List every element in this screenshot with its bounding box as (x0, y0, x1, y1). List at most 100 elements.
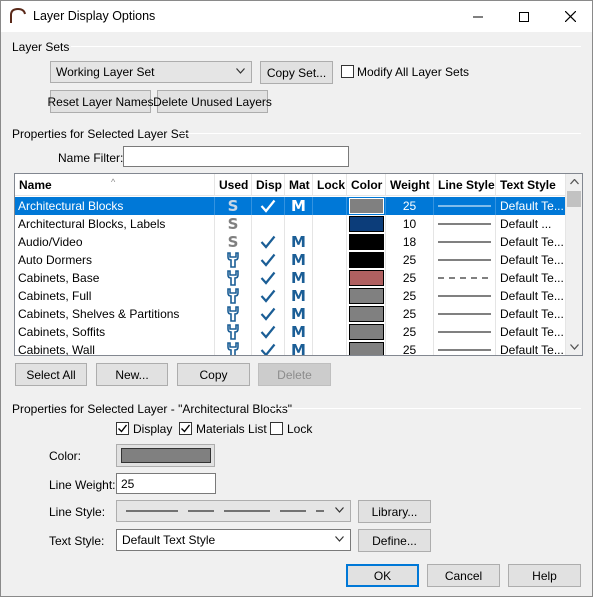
color-cell[interactable] (347, 197, 386, 215)
line-style-dropdown[interactable] (116, 500, 351, 522)
copy-layer-button[interactable]: Copy (177, 363, 250, 386)
table-row[interactable]: Cabinets, Wall M 25 Default Te... (15, 341, 566, 355)
column-text-style-header[interactable]: Text Style (496, 174, 566, 196)
color-cell[interactable] (347, 215, 386, 233)
lock-cell[interactable] (313, 197, 347, 215)
close-button[interactable] (547, 1, 593, 32)
line-style-cell[interactable] (434, 197, 496, 215)
weight-cell[interactable]: 25 (386, 197, 434, 215)
used-cell[interactable] (215, 341, 252, 355)
display-cell[interactable] (252, 197, 285, 215)
display-cell[interactable] (252, 305, 285, 323)
weight-cell[interactable]: 25 (386, 251, 434, 269)
table-row[interactable]: Architectural Blocks, Labels S 10 Default .… (15, 215, 566, 233)
material-cell[interactable]: M (285, 287, 313, 305)
text-style-cell[interactable]: Default Te... (496, 287, 566, 305)
used-cell[interactable]: S (215, 215, 252, 233)
display-cell[interactable] (252, 341, 285, 355)
line-style-cell[interactable] (434, 341, 496, 355)
display-cell[interactable] (252, 215, 285, 233)
display-cell[interactable] (252, 251, 285, 269)
select-all-button[interactable]: Select All (15, 363, 87, 386)
scroll-up-icon[interactable] (570, 179, 579, 185)
used-cell[interactable] (215, 251, 252, 269)
text-style-cell[interactable]: Default Te... (496, 269, 566, 287)
line-style-cell[interactable] (434, 251, 496, 269)
weight-cell[interactable]: 25 (386, 305, 434, 323)
lock-cell[interactable] (313, 323, 347, 341)
weight-cell[interactable]: 25 (386, 269, 434, 287)
modify-all-layer-sets-checkbox[interactable] (341, 65, 354, 78)
line-weight-input[interactable]: 25 (116, 473, 216, 494)
text-style-cell[interactable]: Default Te... (496, 305, 566, 323)
column-disp-header[interactable]: Disp (252, 174, 285, 196)
copy-set-button[interactable]: Copy Set... (260, 61, 333, 84)
weight-cell[interactable]: 25 (386, 341, 434, 355)
delete-layer-button[interactable]: Delete (258, 363, 331, 386)
reset-layer-names-button[interactable]: Reset Layer Names (47, 90, 154, 113)
material-cell[interactable]: M (285, 251, 313, 269)
display-cell[interactable] (252, 323, 285, 341)
name-filter-input[interactable] (123, 146, 349, 167)
line-style-cell[interactable] (434, 215, 496, 233)
used-cell[interactable] (215, 269, 252, 287)
lock-cell[interactable] (313, 233, 347, 251)
material-cell[interactable]: M (285, 269, 313, 287)
line-style-cell[interactable] (434, 233, 496, 251)
line-style-cell[interactable] (434, 323, 496, 341)
used-cell[interactable] (215, 305, 252, 323)
table-row[interactable]: Cabinets, Soffits M 25 Default Te... (15, 323, 566, 341)
new-layer-button[interactable]: New... (96, 363, 168, 386)
display-cell[interactable] (252, 233, 285, 251)
material-cell[interactable]: M (285, 233, 313, 251)
material-cell[interactable]: M (285, 305, 313, 323)
lock-cell[interactable] (313, 305, 347, 323)
scroll-down-icon[interactable] (570, 344, 579, 350)
line-style-cell[interactable] (434, 305, 496, 323)
column-line-style-header[interactable]: Line Style (434, 174, 496, 196)
used-cell[interactable]: S (215, 197, 252, 215)
column-weight-header[interactable]: Weight (386, 174, 434, 196)
table-row[interactable]: Auto Dormers M 25 Default Te... (15, 251, 566, 269)
color-cell[interactable] (347, 233, 386, 251)
material-cell[interactable] (285, 215, 313, 233)
display-checkbox[interactable] (116, 422, 129, 435)
layer-set-dropdown[interactable]: Working Layer Set (50, 61, 252, 83)
lock-cell[interactable] (313, 251, 347, 269)
library-button[interactable]: Library... (358, 500, 431, 523)
weight-cell[interactable]: 25 (386, 287, 434, 305)
delete-unused-layers-button[interactable]: Delete Unused Layers (153, 90, 272, 113)
maximize-button[interactable] (501, 1, 547, 32)
material-cell[interactable]: M (285, 323, 313, 341)
color-cell[interactable] (347, 341, 386, 355)
color-cell[interactable] (347, 269, 386, 287)
used-cell[interactable] (215, 323, 252, 341)
lock-cell[interactable] (313, 287, 347, 305)
table-scrollbar[interactable] (565, 174, 582, 355)
text-style-cell[interactable]: Default Te... (496, 341, 566, 355)
lock-checkbox[interactable] (270, 422, 283, 435)
text-style-dropdown[interactable]: Default Text Style (116, 529, 351, 551)
material-cell[interactable]: M (285, 197, 313, 215)
display-cell[interactable] (252, 269, 285, 287)
column-lock-header[interactable]: Lock (313, 174, 347, 196)
weight-cell[interactable]: 18 (386, 233, 434, 251)
materials-list-checkbox[interactable] (179, 422, 192, 435)
material-cell[interactable]: M (285, 341, 313, 355)
table-row[interactable]: Cabinets, Shelves & Partitions M 25 Default… (15, 305, 566, 323)
color-cell[interactable] (347, 287, 386, 305)
cancel-button[interactable]: Cancel (427, 564, 500, 587)
weight-cell[interactable]: 25 (386, 323, 434, 341)
weight-cell[interactable]: 10 (386, 215, 434, 233)
lock-cell[interactable] (313, 269, 347, 287)
color-button[interactable] (116, 444, 215, 467)
ok-button[interactable]: OK (346, 564, 419, 587)
column-mat-header[interactable]: Mat (285, 174, 313, 196)
line-style-cell[interactable] (434, 287, 496, 305)
table-row[interactable]: Cabinets, Base M 25 Default Te... (15, 269, 566, 287)
line-style-cell[interactable] (434, 269, 496, 287)
text-style-cell[interactable]: Default Te... (496, 197, 566, 215)
help-button[interactable]: Help (508, 564, 581, 587)
color-cell[interactable] (347, 251, 386, 269)
used-cell[interactable]: S (215, 233, 252, 251)
